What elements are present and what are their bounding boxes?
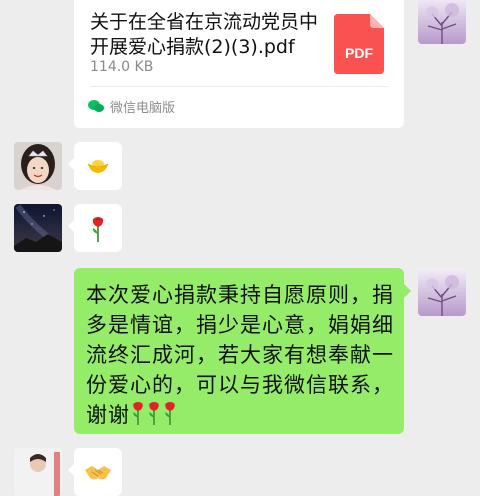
rose-icon: [90, 216, 106, 246]
rose-icon: [146, 401, 162, 433]
message-bubble[interactable]: [68, 142, 122, 190]
sender-avatar[interactable]: [14, 448, 62, 496]
file-message-card[interactable]: 关于在全省在京流动党员中开展爱心捐款(2)(3).pdf 114.0 KB PD…: [74, 0, 404, 128]
gold-ingot-icon: [86, 156, 110, 180]
card-source: 微信电脑版: [88, 96, 175, 116]
rose-icon: [130, 401, 146, 433]
wechat-pc-icon: [88, 99, 104, 113]
sender-avatar[interactable]: [14, 204, 62, 252]
self-avatar[interactable]: [418, 268, 466, 316]
file-size: 114.0 KB: [90, 59, 154, 75]
file-name: 关于在全省在京流动党员中开展爱心捐款(2)(3).pdf: [90, 11, 319, 58]
card-divider: [90, 86, 388, 87]
pdf-icon: PDF: [334, 14, 384, 74]
source-label: 微信电脑版: [110, 100, 176, 116]
message-text: 本次爱心捐款秉持自愿原则，捐多是情谊，捐少是心意，娟娟细流终汇成河，若大家有想奉…: [86, 280, 398, 433]
self-message-bubble[interactable]: 本次爱心捐款秉持自愿原则，捐多是情谊，捐少是心意，娟娟细流终汇成河，若大家有想奉…: [74, 268, 411, 434]
sender-avatar[interactable]: [14, 142, 62, 190]
self-avatar[interactable]: [418, 0, 466, 44]
handshake-icon: [84, 462, 112, 486]
message-bubble[interactable]: [68, 448, 122, 496]
message-bubble[interactable]: [68, 204, 122, 252]
rose-icon: [162, 401, 178, 433]
pdf-label: PDF: [345, 45, 373, 61]
